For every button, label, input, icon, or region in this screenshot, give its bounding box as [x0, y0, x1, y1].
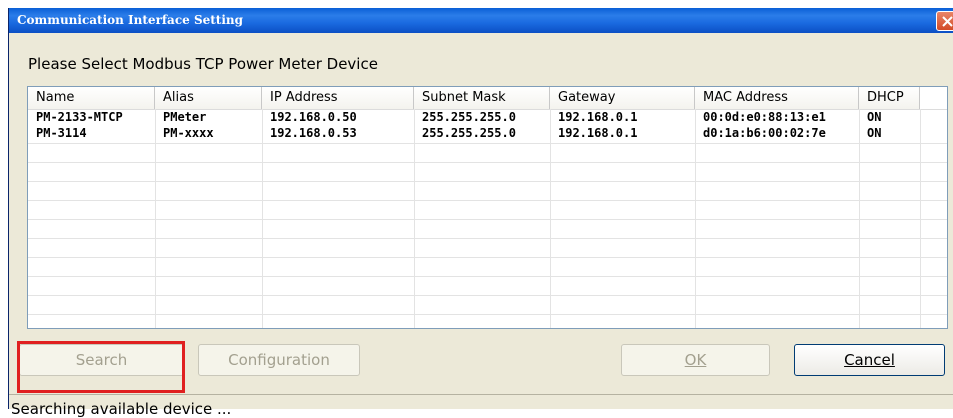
row-divider: [28, 181, 947, 182]
status-text: Searching available device ...: [11, 400, 232, 418]
cell-mac: 00:0d:e0:88:13:e1: [703, 110, 826, 124]
row-divider: [28, 219, 947, 220]
column-header-alias[interactable]: Alias: [155, 87, 262, 109]
device-list[interactable]: Name Alias IP Address Subnet Mask Gatewa…: [27, 86, 948, 329]
cell-dhcp: ON: [867, 126, 882, 140]
cell-name: PM-3114: [36, 126, 87, 140]
dialog-window: Communication Interface Setting Please S…: [8, 8, 953, 418]
row-divider: [28, 295, 947, 296]
cell-gateway: 192.168.0.1: [558, 126, 638, 140]
list-heading: Please Select Modbus TCP Power Meter Dev…: [28, 55, 378, 73]
cell-gateway: 192.168.0.1: [558, 110, 638, 124]
cell-name: PM-2133-MTCP: [36, 110, 123, 124]
row-divider: [28, 314, 947, 315]
cell-dhcp: ON: [867, 110, 882, 124]
search-highlight-box: [17, 341, 185, 393]
cell-subnet: 255.255.255.0: [422, 110, 516, 124]
column-header-subnet[interactable]: Subnet Mask: [414, 87, 550, 109]
cell-alias: PMeter: [163, 110, 207, 124]
column-header-name[interactable]: Name: [28, 87, 155, 109]
row-divider: [28, 143, 947, 144]
close-icon: [942, 16, 953, 27]
column-header-ip[interactable]: IP Address: [262, 87, 414, 109]
column-header-gateway[interactable]: Gateway: [550, 87, 695, 109]
column-header-mac[interactable]: MAC Address: [695, 87, 859, 109]
cell-mac: d0:1a:b6:00:02:7e: [703, 126, 826, 140]
window-title: Communication Interface Setting: [17, 13, 244, 27]
table-row[interactable]: PM-2133-MTCP PMeter 192.168.0.50 255.255…: [28, 109, 947, 126]
row-divider: [28, 162, 947, 163]
column-header-dhcp[interactable]: DHCP: [859, 87, 920, 109]
row-divider: [28, 276, 947, 277]
cancel-button[interactable]: Cancel: [794, 344, 945, 376]
cell-subnet: 255.255.255.0: [422, 126, 516, 140]
status-bar: Searching available device ...: [9, 394, 953, 418]
row-divider: [28, 200, 947, 201]
title-bar[interactable]: Communication Interface Setting: [9, 8, 953, 33]
row-divider: [28, 257, 947, 258]
close-button[interactable]: [936, 11, 953, 31]
row-divider: [28, 238, 947, 239]
cell-ip: 192.168.0.50: [270, 110, 357, 124]
cell-alias: PM-xxxx: [163, 126, 214, 140]
list-header: Name Alias IP Address Subnet Mask Gatewa…: [28, 87, 947, 109]
table-row[interactable]: PM-3114 PM-xxxx 192.168.0.53 255.255.255…: [28, 125, 947, 142]
ok-button[interactable]: OK: [621, 344, 770, 376]
cell-ip: 192.168.0.53: [270, 126, 357, 140]
configuration-button[interactable]: Configuration: [198, 344, 360, 376]
